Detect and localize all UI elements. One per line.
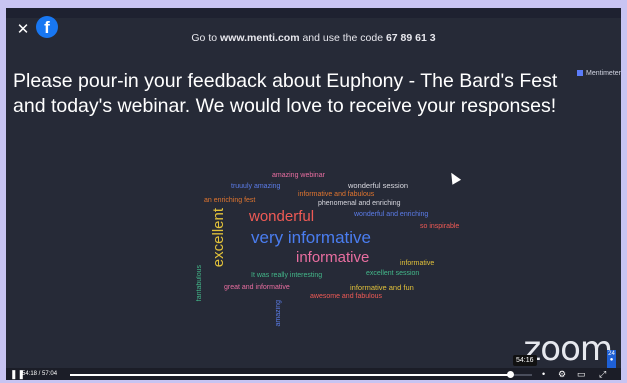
- cloud-word: truuuly amazing: [231, 183, 281, 190]
- progress-bar[interactable]: [70, 371, 532, 378]
- cloud-word: excellent session: [366, 270, 420, 277]
- cloud-word: It was really interesting: [251, 272, 323, 279]
- fullscreen-icon[interactable]: ⤢: [599, 369, 606, 379]
- miniplayer-icon[interactable]: ▭: [577, 369, 586, 379]
- cloud-word: amazing: [275, 300, 282, 327]
- zoom-logo: zoom: [523, 329, 613, 369]
- time-display: 54:18 / 57:04: [22, 371, 58, 377]
- settings-gear-icon[interactable]: ⚙: [558, 369, 566, 379]
- cloud-word: informative: [296, 249, 370, 266]
- cloud-word: informative and fabulous: [298, 191, 375, 198]
- person-icon: ●: [609, 357, 614, 363]
- cloud-word: very informative: [251, 228, 371, 247]
- cloud-word: so inspirable: [420, 223, 460, 230]
- cloud-word: excellent: [210, 208, 227, 268]
- cloud-word: awesome and fabulous: [310, 293, 382, 300]
- cloud-word: fantabulous: [196, 265, 203, 302]
- cloud-word: amazing webinar: [272, 172, 325, 179]
- word-cloud: amazing webinar truuuly amazing wonderfu…: [6, 8, 621, 338]
- progress-handle[interactable]: [506, 371, 514, 378]
- cloud-word: an enriching fest: [204, 197, 256, 204]
- progress-fill: [70, 374, 510, 376]
- cloud-word: informative: [400, 260, 435, 267]
- cloud-word: wonderful session: [348, 181, 409, 190]
- cloud-word: wonderful: [249, 208, 315, 225]
- video-player[interactable]: ✕ f Go to www.menti.com and use the code…: [6, 8, 621, 380]
- cloud-word: phenomenal and enriching: [318, 200, 401, 207]
- cloud-word: wonderful and enriching: [354, 211, 429, 218]
- volume-icon[interactable]: •: [542, 369, 545, 379]
- cloud-word: great and informative: [224, 284, 290, 291]
- cloud-word: informative and fun: [350, 283, 414, 292]
- player-controls: ❚❚ 54:18 / 57:04 • ⚙ ▭ ⤢: [6, 368, 621, 380]
- seek-tooltip: 54:16: [513, 355, 537, 366]
